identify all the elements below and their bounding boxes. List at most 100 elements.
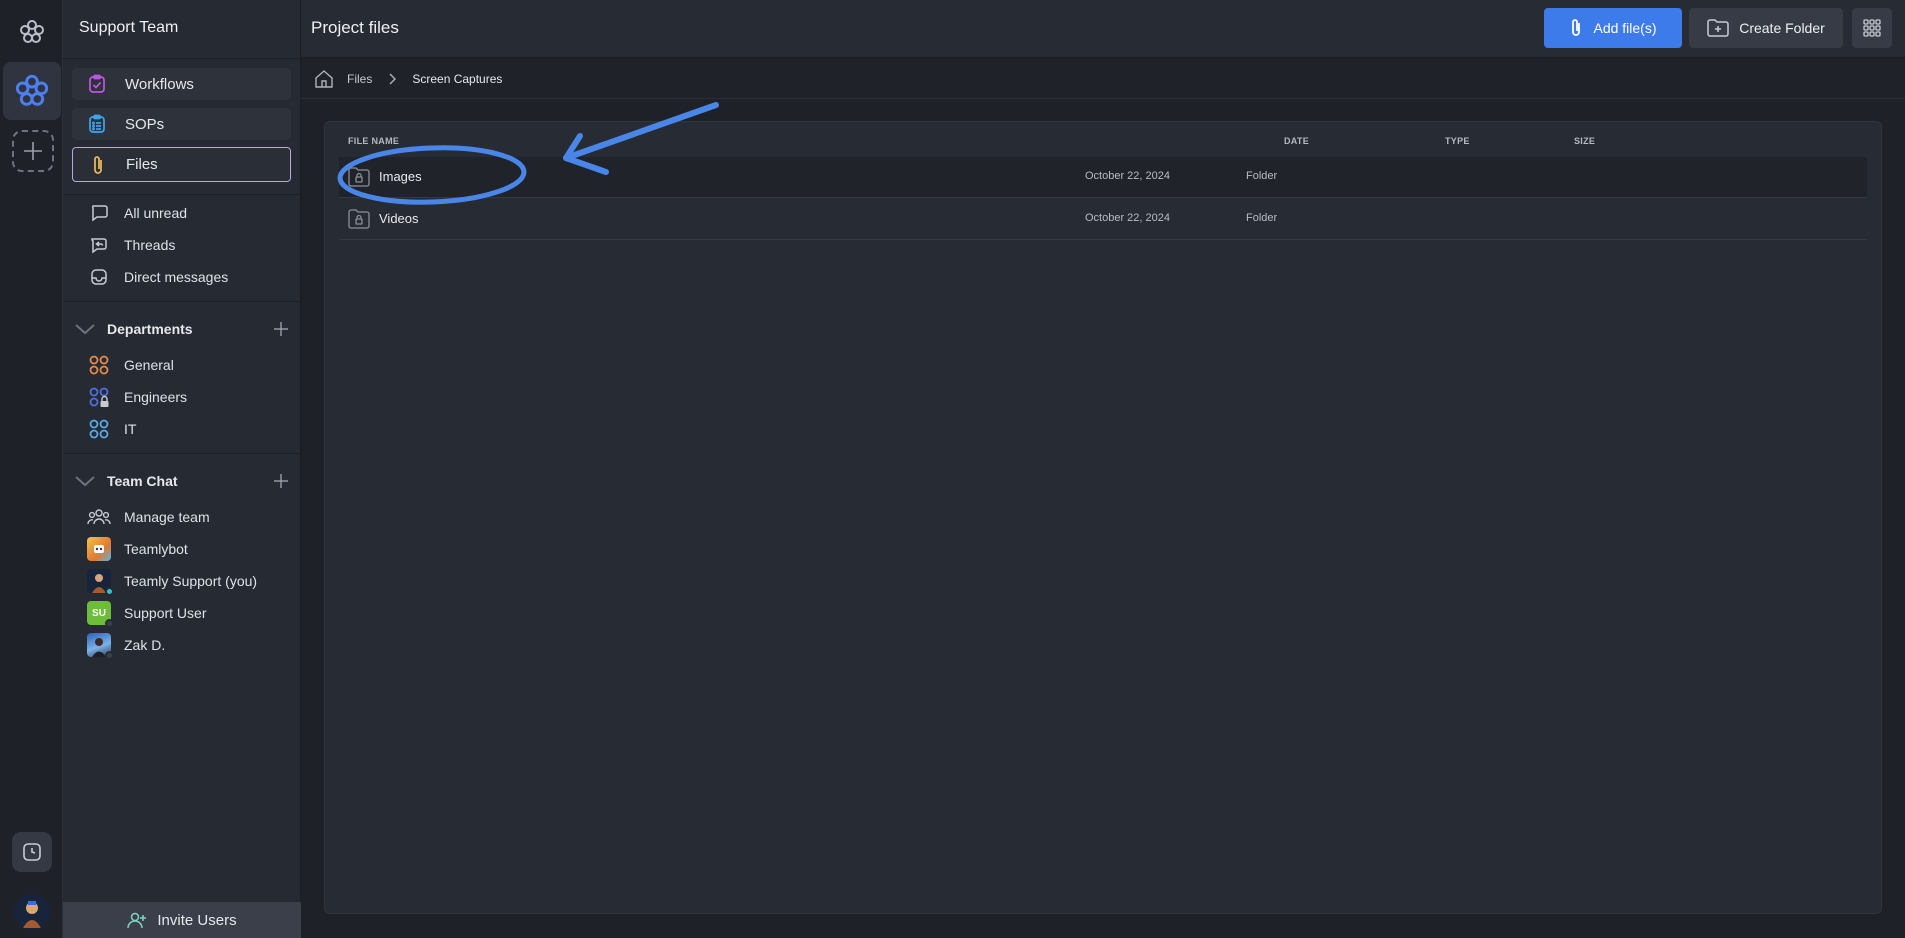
grid-icon (1863, 19, 1881, 37)
department-label: Engineers (124, 389, 188, 405)
status-dot (105, 619, 114, 628)
chat-teamlybot[interactable]: Teamlybot (87, 536, 188, 562)
link-label: All unread (124, 205, 188, 221)
add-chat-icon[interactable] (271, 471, 291, 491)
invite-users-button[interactable]: Invite Users (63, 902, 301, 938)
paperclip-icon (87, 154, 109, 176)
direct-messages-link[interactable]: Direct messages (87, 264, 228, 290)
link-label: Direct messages (124, 269, 229, 285)
add-department-icon[interactable] (271, 319, 291, 339)
home-icon[interactable] (313, 68, 335, 90)
file-date: October 22, 2024 (1085, 170, 1171, 182)
table-row[interactable]: Images October 22, 2024 Folder (339, 157, 1867, 198)
add-files-button[interactable]: Add file(s) (1544, 8, 1682, 48)
nav-sops[interactable]: SOPs (72, 108, 291, 140)
paperclip-icon (1569, 18, 1583, 38)
departments-section-header[interactable]: Departments (73, 315, 291, 343)
table-row[interactable]: Videos October 22, 2024 Folder (339, 199, 1867, 240)
chat-label: Zak D. (124, 637, 166, 653)
threads-link[interactable]: Threads (87, 232, 175, 258)
file-list-panel: FILE NAME DATE TYPE SIZE Images October … (324, 121, 1882, 914)
invite-label: Invite Users (157, 911, 237, 929)
chat-support-user[interactable]: SU Support User (87, 600, 207, 628)
chat-teamly-support[interactable]: Teamly Support (you) (87, 568, 258, 596)
clock-icon[interactable] (12, 832, 52, 872)
nav-label: Files (126, 156, 158, 173)
chevron-right-icon (388, 73, 397, 85)
workspace-switcher-button[interactable] (3, 62, 61, 120)
chat-label: Teamlybot (124, 541, 188, 557)
header: Project files Add file(s) Create Folder (301, 0, 1905, 58)
department-general[interactable]: General (87, 352, 174, 378)
threads-icon (87, 233, 111, 257)
button-label: Create Folder (1739, 20, 1825, 36)
department-engineers[interactable]: Engineers (87, 384, 187, 410)
locked-folder-icon (348, 167, 370, 187)
manage-team-link[interactable]: Manage team (87, 504, 210, 530)
chat-label: Support User (124, 605, 207, 621)
channel-grid-icon (87, 353, 111, 377)
chevron-down-icon (73, 319, 97, 339)
folder-plus-icon (1707, 19, 1729, 37)
team-chat-section-header[interactable]: Team Chat (73, 467, 291, 495)
workflows-icon (86, 73, 108, 95)
nav-files[interactable]: Files (72, 147, 291, 182)
nav-label: SOPs (125, 115, 165, 133)
department-label: IT (124, 421, 137, 437)
file-name: Images (379, 169, 422, 184)
file-type: Folder (1246, 212, 1278, 224)
chat-label: Teamly Support (you) (124, 573, 258, 589)
section-title: Departments (107, 321, 193, 337)
add-user-icon (127, 911, 147, 929)
column-type[interactable]: TYPE (1445, 136, 1470, 146)
nav-workflows[interactable]: Workflows (72, 68, 291, 100)
avatar (87, 569, 114, 596)
avatar (87, 537, 111, 561)
create-folder-button[interactable]: Create Folder (1689, 8, 1843, 48)
bot-avatar (87, 537, 111, 561)
page-title: Project files (311, 18, 399, 37)
divider (63, 453, 301, 454)
nav-label: Workflows (125, 75, 194, 93)
status-dot (105, 587, 114, 596)
app-logo-icon[interactable] (17, 17, 47, 47)
workspace-rail (0, 0, 63, 938)
button-label: Add file(s) (1593, 20, 1657, 36)
table-header: FILE NAME DATE TYPE SIZE (348, 136, 1858, 150)
file-date: October 22, 2024 (1085, 212, 1171, 224)
locked-channel-icon (87, 385, 111, 409)
channel-grid-icon (87, 417, 111, 441)
section-title: Team Chat (107, 473, 178, 489)
department-label: General (124, 357, 174, 373)
divider (63, 194, 301, 195)
column-date[interactable]: DATE (1284, 136, 1309, 146)
divider (63, 58, 301, 59)
file-type: Folder (1246, 170, 1278, 182)
sidebar: Support Team Workflows SOPs Files All un… (63, 0, 301, 938)
breadcrumb: Files Screen Captures (301, 59, 1905, 99)
avatar (87, 633, 114, 660)
column-size[interactable]: SIZE (1574, 136, 1595, 146)
all-unread-link[interactable]: All unread (87, 200, 187, 226)
team-icon (87, 505, 111, 529)
add-workspace-button[interactable] (12, 130, 54, 172)
apps-grid-button[interactable] (1852, 8, 1892, 48)
chevron-down-icon (73, 471, 97, 491)
sops-icon (86, 113, 108, 135)
inbox-icon (87, 265, 111, 289)
file-name: Videos (379, 211, 419, 226)
divider (63, 301, 301, 302)
department-it[interactable]: IT (87, 416, 136, 442)
link-label: Threads (124, 237, 176, 253)
user-avatar[interactable] (14, 894, 50, 930)
chat-label: Manage team (124, 509, 210, 525)
column-file-name[interactable]: FILE NAME (348, 136, 399, 146)
breadcrumb-current: Screen Captures (412, 71, 503, 86)
breadcrumb-link-files[interactable]: Files (347, 72, 372, 86)
team-name: Support Team (79, 19, 179, 36)
avatar: SU (87, 601, 114, 628)
chat-bubble-icon (87, 201, 111, 225)
locked-folder-icon (348, 209, 370, 229)
chat-zak-d[interactable]: Zak D. (87, 632, 166, 660)
status-dot (105, 651, 114, 660)
